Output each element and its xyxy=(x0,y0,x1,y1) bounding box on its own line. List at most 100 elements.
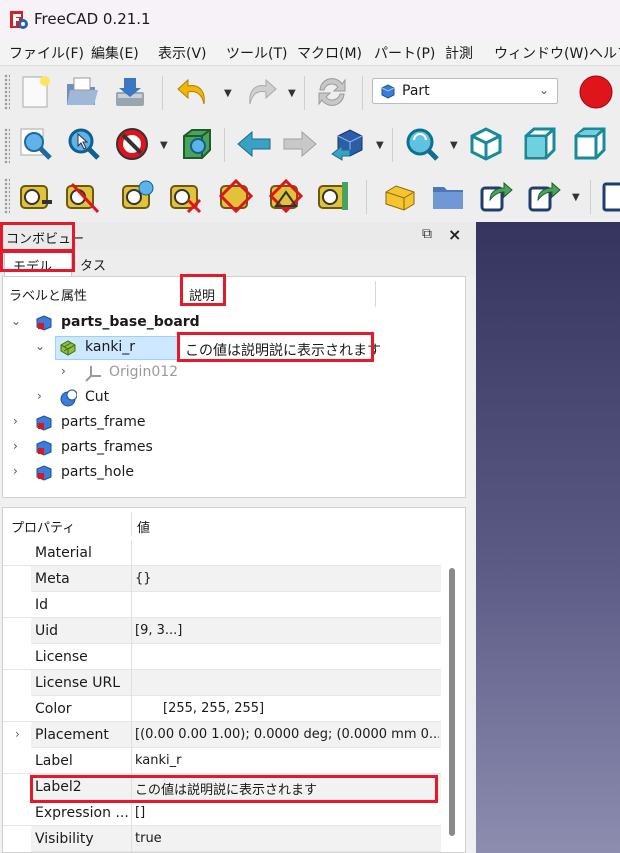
column-divider xyxy=(131,592,132,618)
front-view-icon[interactable] xyxy=(522,126,558,162)
fit-all-icon[interactable] xyxy=(18,126,54,162)
save-icon[interactable] xyxy=(112,74,148,110)
chevron-right-icon[interactable]: › xyxy=(13,414,25,428)
fit-selection-icon[interactable] xyxy=(66,126,102,162)
menu-window[interactable]: ウィンドウ(W) xyxy=(494,43,589,63)
property-row-id[interactable]: Id xyxy=(3,592,441,618)
toolbar-handle[interactable] xyxy=(4,74,10,110)
chevron-right-icon[interactable]: › xyxy=(61,364,73,378)
property-scrollbar[interactable] xyxy=(449,568,455,836)
measure-toggle-3d-icon[interactable] xyxy=(218,178,254,214)
panel-splitter[interactable] xyxy=(466,276,476,853)
new-document-icon[interactable] xyxy=(18,74,54,110)
part-export-double-icon[interactable] xyxy=(526,178,562,214)
top-view-icon[interactable] xyxy=(572,126,608,162)
property-value[interactable]: {} xyxy=(135,571,439,586)
property-name: Visibility xyxy=(35,831,94,847)
tree-item-parts-frames[interactable]: › parts_frames xyxy=(3,436,465,460)
tree-item-parts-base-board[interactable]: ⌄ parts_base_board xyxy=(3,311,465,335)
chevron-down-icon[interactable]: ⌄ xyxy=(35,339,47,353)
menu-view[interactable]: 表示(V) xyxy=(158,43,207,63)
tree-item-parts-hole[interactable]: › parts_hole xyxy=(3,461,465,485)
sync-view-dropdown-icon[interactable]: ▼ xyxy=(450,140,460,151)
property-row-label2[interactable]: Label2 この値は説明説に表示されます xyxy=(3,774,441,800)
property-row-label[interactable]: Label kanki_r xyxy=(3,748,441,774)
chevron-right-icon[interactable]: › xyxy=(37,389,49,403)
undo-dropdown-icon[interactable]: ▼ xyxy=(224,88,234,99)
float-dock-icon[interactable]: ⧉ xyxy=(422,226,440,244)
chevron-right-icon[interactable]: › xyxy=(15,727,20,741)
menu-part[interactable]: パート(P) xyxy=(374,43,435,63)
part-view-icon[interactable] xyxy=(600,178,620,214)
menu-macro[interactable]: マクロ(M) xyxy=(297,43,362,63)
bounding-box-icon[interactable] xyxy=(178,126,214,162)
redo-dropdown-icon[interactable]: ▼ xyxy=(288,88,298,99)
property-header-name[interactable]: プロパティ xyxy=(11,517,75,536)
property-value[interactable]: [(0.00 0.00 1.00); 0.0000 deg; (0.0000 m… xyxy=(135,727,439,742)
property-row-expression-engine[interactable]: Expression ... [] xyxy=(3,800,441,826)
3d-viewport[interactable] xyxy=(476,222,620,853)
property-row-meta[interactable]: Meta {} xyxy=(3,566,441,592)
property-row-color[interactable]: Color [255, 255, 255] xyxy=(3,696,441,722)
property-header-value[interactable]: 値 xyxy=(137,517,150,536)
measure-clear-icon[interactable] xyxy=(64,178,100,214)
macro-record-icon[interactable] xyxy=(578,74,614,110)
tree-item-cut[interactable]: › Cut xyxy=(3,386,465,410)
open-folder-icon[interactable] xyxy=(64,74,100,110)
property-value[interactable]: true xyxy=(135,831,439,846)
menu-tools[interactable]: ツール(T) xyxy=(226,43,287,63)
tree-header-description[interactable]: 説明 xyxy=(189,285,215,304)
forward-arrow-icon[interactable] xyxy=(282,126,318,162)
menu-file[interactable]: ファイル(F) xyxy=(9,43,84,63)
draw-style-icon[interactable] xyxy=(114,126,150,162)
measure-toggle-delta-icon[interactable] xyxy=(268,178,304,214)
tab-model[interactable]: モデル xyxy=(4,252,72,276)
part-export-dropdown-icon[interactable]: ▼ xyxy=(572,192,582,203)
chevron-right-icon[interactable]: › xyxy=(13,439,25,453)
property-row-license[interactable]: License xyxy=(3,644,441,670)
tree-item-kanki-r[interactable]: ⌄ kanki_r この値は説明説に表示されます xyxy=(3,336,465,360)
column-divider xyxy=(131,644,132,670)
property-value[interactable]: [] xyxy=(135,805,439,820)
std-views-dropdown-icon[interactable]: ▼ xyxy=(376,140,386,151)
redo-icon[interactable] xyxy=(242,74,278,110)
property-value[interactable]: kanki_r xyxy=(135,753,439,768)
toolbar-handle[interactable] xyxy=(4,178,10,214)
close-icon[interactable]: × xyxy=(448,225,466,244)
property-row-material[interactable]: Material xyxy=(3,540,441,566)
chevron-right-icon[interactable]: › xyxy=(13,464,25,478)
property-row-license-url[interactable]: License URL xyxy=(3,670,441,696)
property-row-visibility[interactable]: Visibility true xyxy=(3,826,441,852)
refresh-icon[interactable] xyxy=(314,74,350,110)
tree-item-origin012[interactable]: › Origin012 xyxy=(3,361,465,385)
sync-view-icon[interactable] xyxy=(404,126,440,162)
property-row-placement[interactable]: › Placement [(0.00 0.00 1.00); 0.0000 de… xyxy=(3,722,441,748)
property-row-uid[interactable]: Uid [9, 3...] xyxy=(3,618,441,644)
menu-edit[interactable]: 編集(E) xyxy=(91,43,139,63)
measure-refresh-icon[interactable] xyxy=(120,178,156,214)
chevron-down-icon[interactable]: ⌄ xyxy=(11,314,23,328)
menu-help[interactable]: ヘルプ xyxy=(589,43,620,63)
part-box-icon[interactable] xyxy=(382,178,418,214)
property-value[interactable]: [255, 255, 255] xyxy=(163,701,467,716)
tab-task[interactable]: タスク xyxy=(72,252,122,293)
std-views-icon[interactable] xyxy=(330,126,366,162)
tree-header-label[interactable]: ラベルと属性 xyxy=(9,285,87,304)
back-arrow-icon[interactable] xyxy=(236,126,272,162)
part-folder-icon[interactable] xyxy=(430,178,466,214)
measure-angular-icon[interactable] xyxy=(316,178,352,214)
toolbar-handle[interactable] xyxy=(4,128,10,164)
menu-measure[interactable]: 計測 xyxy=(445,43,473,63)
undo-icon[interactable] xyxy=(176,74,212,110)
row-gutter xyxy=(3,670,31,696)
property-value[interactable]: [9, 3...] xyxy=(135,623,439,638)
property-value[interactable]: この値は説明説に表示されます xyxy=(135,779,439,798)
tree-item-parts-frame[interactable]: › parts_frame xyxy=(3,411,465,435)
draw-style-dropdown-icon[interactable]: ▼ xyxy=(160,140,170,151)
isometric-view-icon[interactable] xyxy=(468,126,504,162)
toolbar-separator xyxy=(362,76,363,110)
workbench-selector[interactable]: Part ⌄ xyxy=(372,78,558,104)
measure-linear-icon[interactable] xyxy=(18,178,54,214)
part-export-icon[interactable] xyxy=(478,178,514,214)
measure-toggle-icon[interactable] xyxy=(168,178,204,214)
